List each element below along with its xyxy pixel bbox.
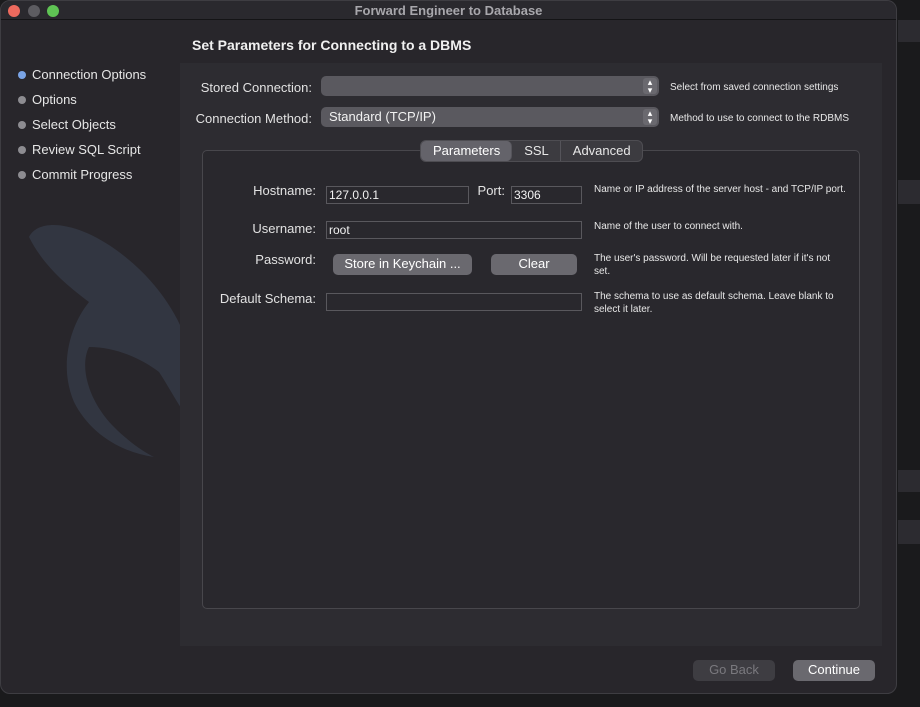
connection-method-hint: Method to use to connect to the RDBMS [670, 113, 849, 124]
step-current-icon [18, 70, 26, 79]
step-select-objects[interactable]: Select Objects [18, 112, 146, 137]
background-strip-top [898, 20, 920, 42]
step-pending-icon [18, 120, 26, 129]
wizard-sidebar: Connection Options Options Select Object… [1, 21, 304, 693]
connection-method-label: Connection Method: [195, 111, 312, 126]
step-pending-icon [18, 170, 26, 179]
step-pending-icon [18, 145, 26, 154]
page-title: Set Parameters for Connecting to a DBMS [192, 37, 472, 53]
tab-ssl[interactable]: SSL [512, 141, 561, 161]
up-down-chevron-icon: ▴ ▾ [643, 109, 657, 126]
connection-tabs: Parameters SSL Advanced [420, 140, 643, 162]
port-input[interactable]: 3306 [511, 186, 582, 204]
stored-connection-label: Stored Connection: [200, 80, 312, 95]
username-input[interactable]: root [326, 221, 582, 239]
tab-parameters[interactable]: Parameters [421, 141, 513, 161]
password-hint: The user's password. Will be requested l… [594, 253, 831, 277]
step-options[interactable]: Options [18, 87, 146, 112]
window-title: Forward Engineer to Database [354, 3, 543, 18]
hostname-hint: Name or IP address of the server host - … [594, 184, 846, 195]
default-schema-input[interactable] [326, 293, 582, 311]
stored-connection-hint: Select from saved connection settings [670, 82, 839, 93]
step-label: Review SQL Script [32, 142, 141, 157]
step-label: Select Objects [32, 117, 116, 132]
username-label: Username: [252, 221, 316, 236]
hostname-input[interactable]: 127.0.0.1 [326, 186, 469, 204]
background-strip-mid [898, 180, 920, 204]
connection-method-select[interactable]: Standard (TCP/IP) ▴ ▾ [321, 107, 659, 127]
background-strip-bottom [898, 520, 920, 544]
password-label: Password: [255, 252, 316, 267]
default-schema-hint: The schema to use as default schema. Lea… [594, 291, 834, 315]
step-commit-progress[interactable]: Commit Progress [18, 162, 146, 187]
connection-method-value: Standard (TCP/IP) [329, 109, 436, 124]
go-back-button[interactable]: Go Back [693, 660, 775, 681]
step-label: Options [32, 92, 77, 107]
forward-engineer-window: Forward Engineer to Database Connection … [0, 0, 897, 694]
tab-advanced[interactable]: Advanced [561, 141, 642, 161]
stored-connection-select[interactable]: ▴ ▾ [321, 76, 659, 96]
continue-button[interactable]: Continue [793, 660, 875, 681]
port-label: Port: [477, 183, 505, 198]
step-label: Connection Options [32, 67, 147, 82]
step-review-sql-script[interactable]: Review SQL Script [18, 137, 146, 162]
step-connection-options[interactable]: Connection Options [18, 62, 146, 87]
hostname-label: Hostname: [253, 183, 316, 198]
step-label: Commit Progress [32, 167, 133, 182]
wizard-steps: Connection Options Options Select Object… [18, 62, 146, 187]
titlebar: Forward Engineer to Database [1, 1, 896, 20]
store-in-keychain-button[interactable]: Store in Keychain ... [333, 254, 472, 275]
up-down-chevron-icon: ▴ ▾ [643, 78, 657, 95]
background-strip-low [898, 470, 920, 492]
step-pending-icon [18, 95, 26, 104]
default-schema-label: Default Schema: [219, 291, 316, 306]
username-hint: Name of the user to connect with. [594, 221, 743, 232]
clear-password-button[interactable]: Clear [491, 254, 577, 275]
parameters-groupbox [202, 150, 860, 609]
